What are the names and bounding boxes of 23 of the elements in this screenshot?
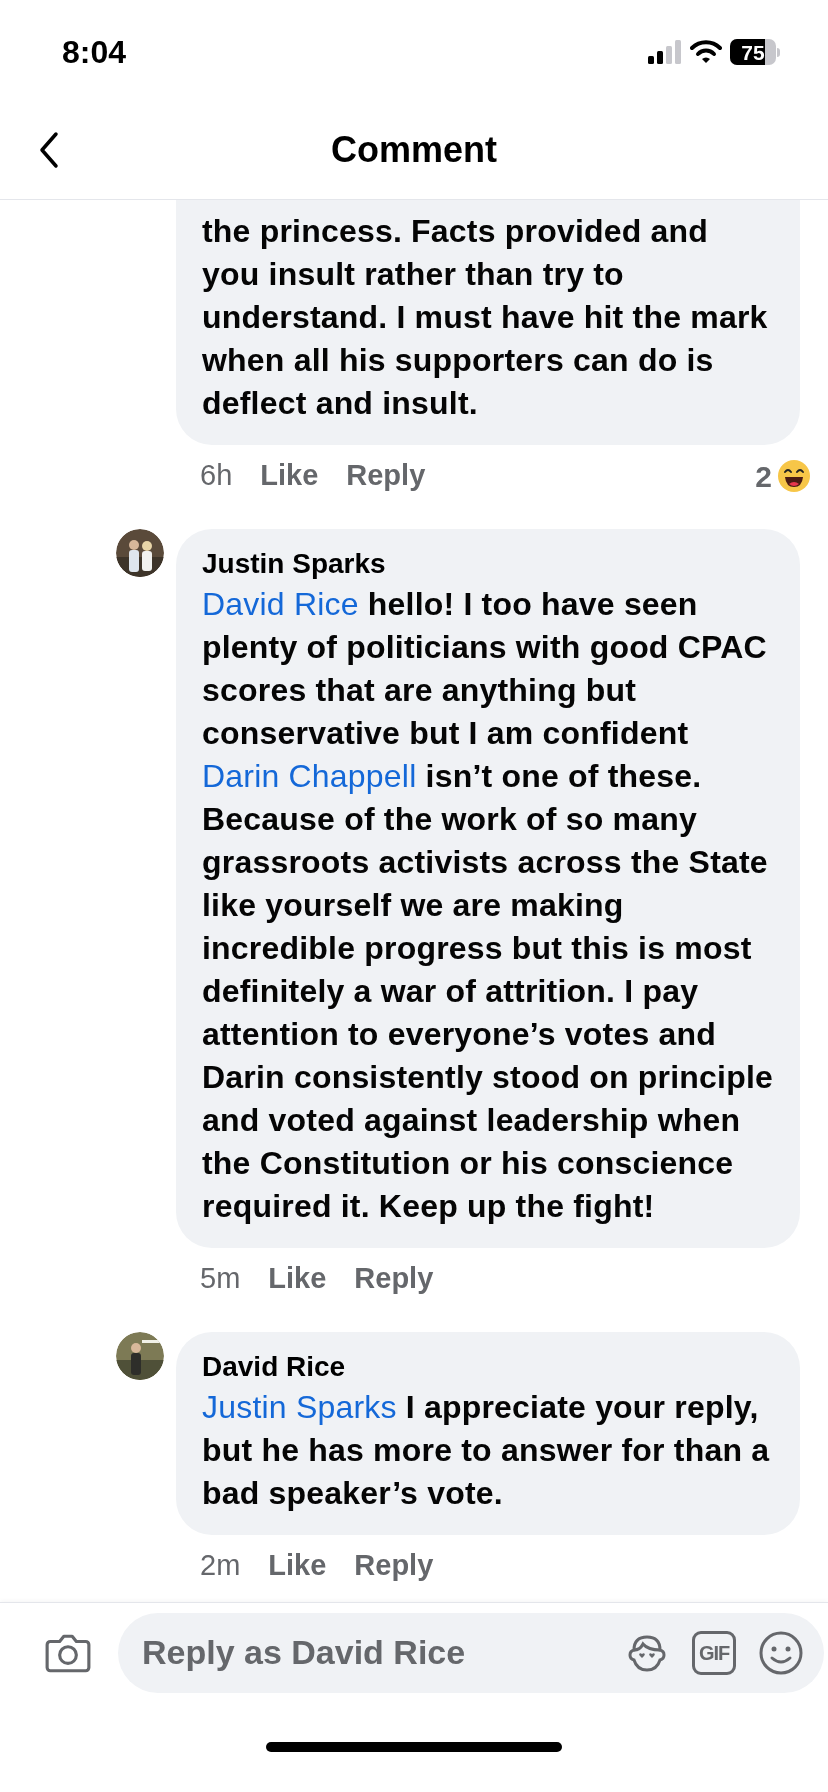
reply-field[interactable]: Reply as David Rice GIF xyxy=(118,1612,825,1693)
comment-text: Justin Sparks I appreciate your reply, but he has more to answer for than a bad speaker’s vote. xyxy=(202,1388,771,1513)
comment-time: 5m xyxy=(200,1261,241,1297)
reply-button[interactable]: Reply xyxy=(354,1544,434,1588)
like-button[interactable]: Like xyxy=(260,454,319,498)
like-button[interactable]: Like xyxy=(268,1544,327,1588)
reply-button[interactable]: Reply xyxy=(354,1257,434,1301)
mention-link[interactable]: Darin Chappell xyxy=(202,758,417,794)
comment-time: 2m xyxy=(200,1548,241,1584)
mention-link[interactable]: David Rice xyxy=(202,586,359,622)
like-button[interactable]: Like xyxy=(268,1257,327,1301)
comment-author[interactable]: Justin Sparks xyxy=(202,545,774,583)
comment-author[interactable]: David Rice xyxy=(202,1348,774,1386)
comment-time: 6h xyxy=(200,458,233,494)
comment-text: David Rice hello! I too have seen plenty of politicians with good CPAC scores that are anything but conservative but I am confident Darin Chappell isn’t one of these. Because of the work of so many grassroots activists across the State like yourself we are making incredible progress but this is most definitely a war of attrition. I pay attention to everyone’s votes and Darin consistently stood on principle and voted against leadership when the Constitution or his conscience required it. Keep up the fight! xyxy=(202,585,774,1226)
gif-button[interactable]: GIF xyxy=(692,1630,737,1675)
battery-level: 75 xyxy=(740,41,766,63)
reaction-count: 2 xyxy=(755,458,772,495)
status-time: 8:04 xyxy=(62,33,127,72)
page-title: Comment xyxy=(331,127,497,172)
mention-link[interactable]: Justin Sparks xyxy=(202,1389,397,1425)
comment-text: the princess. Facts provided and you insult rather than try to understand. I must have hit the mark when all his supporters can do is deflect and insult. xyxy=(202,212,769,423)
reply-button[interactable]: Reply xyxy=(346,454,426,498)
